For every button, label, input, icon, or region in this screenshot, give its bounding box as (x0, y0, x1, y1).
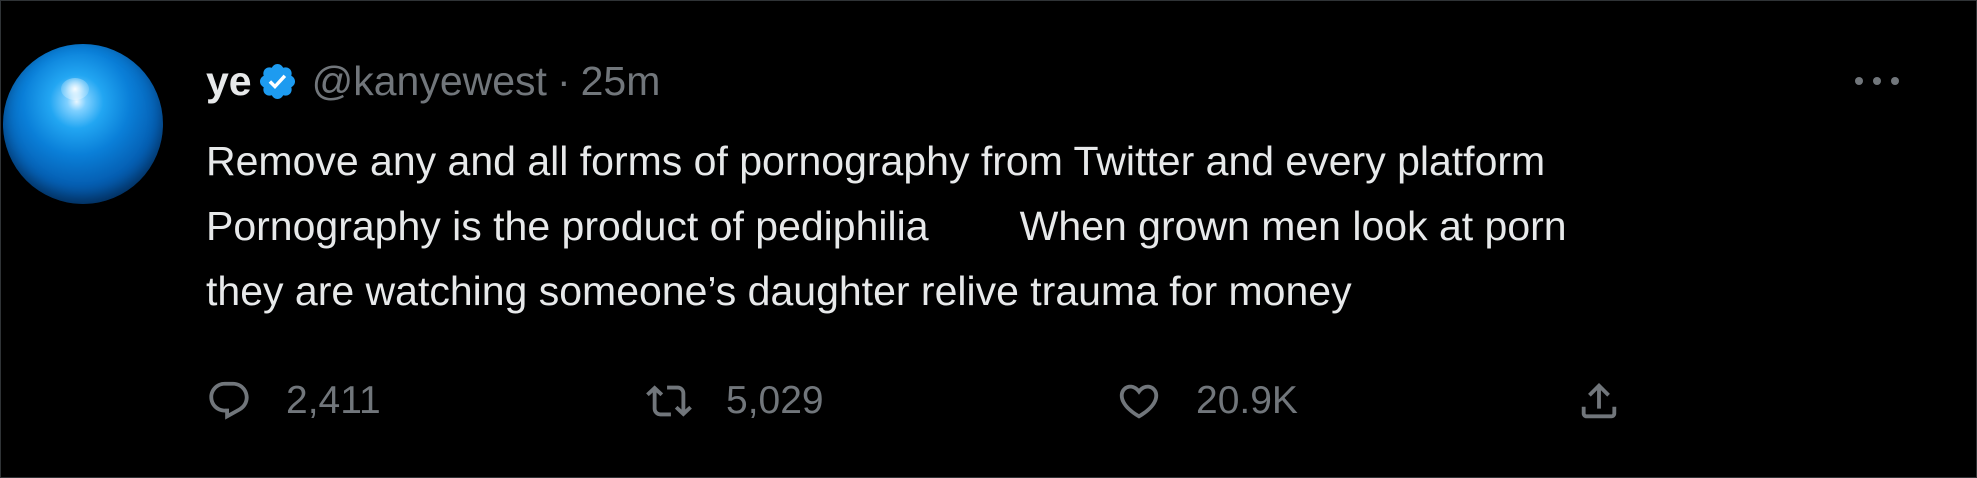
like-count: 20.9K (1196, 379, 1298, 422)
tweet-header: ye @kanyewest · 25m (206, 57, 660, 105)
reply-count: 2,411 (286, 379, 381, 422)
retweet-count: 5,029 (726, 379, 824, 422)
avatar[interactable] (3, 44, 163, 204)
retweet-button[interactable]: 5,029 (646, 371, 824, 431)
author-handle[interactable]: @kanyewest (312, 58, 547, 105)
tweet-text-line: Remove any and all forms of pornography … (206, 138, 1546, 184)
tweet-actions: 2,411 5,029 20.9K (206, 371, 1906, 431)
reply-icon (209, 381, 249, 420)
tweet-text-line: they are watching someone’s daughter rel… (206, 268, 1352, 314)
verified-badge-icon (259, 63, 295, 99)
more-horizontal-icon[interactable] (1851, 65, 1903, 97)
avatar-highlight (61, 78, 89, 100)
share-button[interactable] (1576, 371, 1622, 431)
like-button[interactable]: 20.9K (1116, 371, 1298, 431)
author-display-name[interactable]: ye (206, 58, 252, 105)
tweet-text: Remove any and all forms of pornography … (206, 129, 1906, 324)
tweet-text-line: Pornography is the product of pediphilia… (206, 203, 1567, 249)
retweet-icon (646, 385, 692, 417)
header-separator: · (556, 57, 571, 104)
tweet-card[interactable]: ye @kanyewest · 25m Remove any and all f… (0, 0, 1977, 478)
tweet-timestamp[interactable]: 25m (581, 58, 661, 105)
heart-icon (1119, 384, 1159, 419)
reply-button[interactable]: 2,411 (206, 371, 381, 431)
share-icon (1581, 382, 1617, 419)
